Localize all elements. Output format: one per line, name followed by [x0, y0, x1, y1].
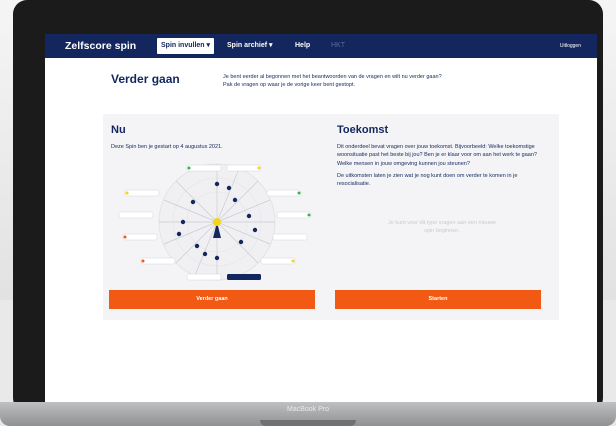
- device-label: MacBook Pro: [286, 406, 330, 413]
- nav-hkt[interactable]: HKT: [327, 38, 349, 54]
- intro-text: Je bent eerder al begonnen met het beant…: [223, 73, 523, 89]
- laptop-bezel: Zelfscore spin Spin invullen ▾ Spin arch…: [13, 0, 603, 412]
- page-title: Verder gaan: [111, 72, 180, 86]
- card-future-text: Dit onderdeel bevat vragen over jouw toe…: [337, 143, 545, 192]
- card-future-paragraph-2: De uitkomsten laten je zien wat je nog k…: [337, 172, 518, 188]
- top-navigation: Zelfscore spin Spin invullen ▾ Spin arch…: [45, 34, 597, 58]
- card-future-paragraph-1: Dit onderdeel bevat vragen over jouw toe…: [337, 144, 537, 167]
- nav-spin-invullen[interactable]: Spin invullen ▾: [157, 38, 215, 54]
- laptop-notch: [260, 420, 356, 426]
- card-future: Toekomst Dit onderdeel bevat vragen over…: [329, 114, 559, 320]
- logout-link[interactable]: Uitloggen: [560, 43, 581, 49]
- nav-help[interactable]: Help: [291, 38, 314, 54]
- nav-spin-archief[interactable]: Spin archief ▾: [223, 38, 277, 54]
- card-future-placeholder: Je kunt voor dit type vragen aan een nie…: [388, 220, 496, 234]
- brand-logo[interactable]: Zelfscore spin: [65, 40, 136, 52]
- spin-wheel-graphic: [118, 163, 312, 281]
- card-now: Nu Deze Spin ben je gestart op 4 augustu…: [103, 114, 333, 320]
- card-now-text: Deze Spin ben je gestart op 4 augustus 2…: [111, 144, 223, 150]
- browser-screen: Zelfscore spin Spin invullen ▾ Spin arch…: [45, 34, 597, 402]
- start-button[interactable]: Starten: [335, 290, 541, 309]
- intro-line-1: Je bent eerder al begonnen met het beant…: [223, 74, 442, 80]
- card-now-title: Nu: [111, 124, 126, 136]
- continue-button[interactable]: Verder gaan: [109, 290, 315, 309]
- card-future-title: Toekomst: [337, 124, 389, 136]
- intro-line-2: Pak de vragen op waar je de vorige keer …: [223, 82, 356, 88]
